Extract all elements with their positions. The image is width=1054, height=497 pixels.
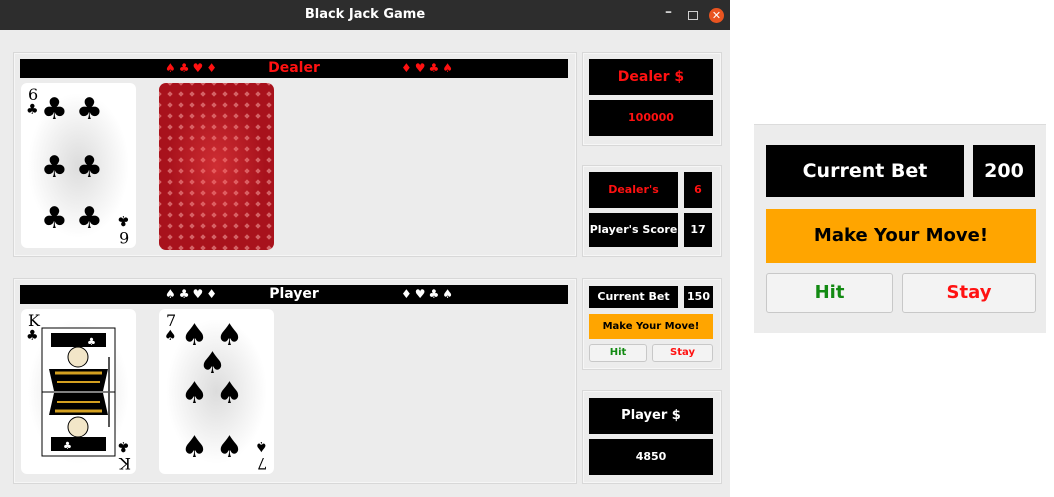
dealer-card-2-facedown: [159, 83, 274, 250]
club-icon: ♣: [41, 92, 68, 127]
dealer-banner-label: Dealer: [268, 60, 320, 76]
spade-icon: ♠: [199, 346, 226, 381]
current-bet-label: Current Bet: [589, 286, 678, 308]
zoom-current-bet-label: Current Bet: [766, 145, 964, 197]
svg-text:♣: ♣: [63, 441, 72, 452]
dealer-score-label: Dealer's Score: [589, 172, 678, 232]
spade-icon: ♠: [216, 430, 243, 465]
player-score-value: 17: [684, 213, 712, 247]
card-suit-icon: ♣: [26, 102, 39, 118]
hit-button[interactable]: Hit: [589, 344, 647, 362]
player-banner: ♠♣♥♦ Player ♦♥♣♠: [20, 285, 568, 304]
card-rank-bottom: K: [119, 454, 131, 473]
zoom-make-your-move-prompt: Make Your Move!: [766, 209, 1036, 263]
card-rank: K: [28, 311, 40, 330]
dealer-banner: ♠♣♥♦ Dealer ♦♥♣♠: [20, 59, 568, 78]
card-suit-icon: ♣: [117, 212, 130, 228]
club-icon: ♣: [41, 201, 68, 236]
dealer-money-value: 100000: [589, 100, 713, 136]
dealer-card-1: 6 ♣ ♣ ♣ ♣ ♣ ♣ ♣ ♣ 6: [21, 83, 136, 248]
player-score-label: Player's Score: [589, 213, 678, 247]
close-icon[interactable]: ✕: [709, 8, 724, 23]
king-figure-icon: ♣ ♣: [41, 327, 116, 457]
dealer-money-label: Dealer $: [589, 59, 713, 95]
maximize-icon[interactable]: [688, 11, 698, 20]
player-banner-suits-right: ♦♥♣♠: [401, 287, 457, 301]
card-suit-icon: ♣: [26, 328, 39, 344]
zoom-hit-button[interactable]: Hit: [766, 273, 893, 313]
card-suit-icon: ♣: [117, 438, 130, 454]
spade-icon: ♠: [181, 376, 208, 411]
title-bar: Black Jack Game – ✕: [0, 0, 730, 30]
club-icon: ♣: [76, 92, 103, 127]
svg-text:♣: ♣: [87, 337, 96, 348]
zoomed-bet-panel: Current Bet 200 Make Your Move! Hit Stay: [754, 124, 1046, 333]
card-rank-bottom: 7: [257, 454, 268, 473]
dealer-banner-suits-right: ♦♥♣♠: [401, 61, 457, 75]
make-your-move-prompt: Make Your Move!: [589, 314, 713, 339]
club-icon: ♣: [76, 150, 103, 185]
club-icon: ♣: [76, 201, 103, 236]
player-money-value: 4850: [589, 439, 713, 475]
game-window: Black Jack Game – ✕ ♠♣♥♦ Dealer ♦♥♣♠ 6 ♣…: [0, 0, 730, 497]
dealer-score-value: 6: [684, 172, 712, 208]
player-money-label: Player $: [589, 398, 713, 434]
spade-icon: ♠: [181, 430, 208, 465]
card-suit-icon: ♠: [255, 438, 268, 454]
current-bet-value: 150: [684, 286, 713, 308]
club-icon: ♣: [41, 150, 68, 185]
window-title: Black Jack Game: [304, 7, 426, 22]
card-rank: 6: [28, 85, 39, 104]
player-card-2: 7 ♠ ♠ ♠ ♠ ♠ ♠ ♠ ♠ ♠ 7: [159, 309, 274, 474]
zoom-stay-button[interactable]: Stay: [902, 273, 1036, 313]
minimize-icon[interactable]: –: [665, 4, 672, 20]
spade-icon: ♠: [216, 376, 243, 411]
card-suit-icon: ♠: [164, 328, 177, 344]
player-card-1: K ♣ ♣ ♣ ♣ K: [21, 309, 136, 474]
stay-button[interactable]: Stay: [652, 344, 713, 362]
card-rank-bottom: 6: [119, 228, 130, 247]
zoom-current-bet-value: 200: [973, 145, 1035, 197]
player-banner-label: Player: [269, 286, 319, 302]
card-rank: 7: [166, 311, 177, 330]
